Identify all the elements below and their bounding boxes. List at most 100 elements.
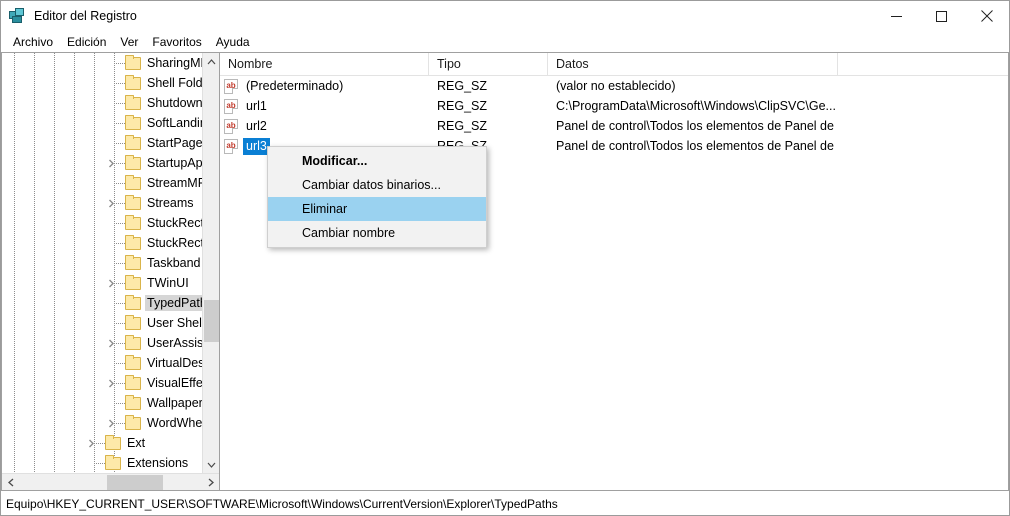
tree-connector (116, 283, 125, 284)
tree-item-label: Extensions (127, 456, 189, 470)
cell-tipo: REG_SZ (437, 99, 488, 113)
table-row[interactable]: ab url1 REG_SZ C:\ProgramData\Microsoft\Win… (220, 96, 1008, 116)
tree-item-sharingmf[interactable]: SharingMF (2, 53, 219, 73)
column-header-tipo[interactable]: Tipo (429, 53, 548, 75)
tree-connector (116, 183, 125, 184)
folder-icon (105, 435, 121, 450)
tree-item-visualeffec[interactable]: VisualEffec (2, 373, 219, 393)
tree-item-wordwhee[interactable]: WordWhee (2, 413, 219, 433)
window-title: Editor del Registro (34, 9, 137, 23)
tree-item-streammr[interactable]: StreamMR (2, 173, 219, 193)
tree-item-label: Shutdown (147, 96, 203, 110)
tree-item-streams[interactable]: Streams (2, 193, 219, 213)
table-row[interactable]: ab url2 REG_SZ Panel de control\Todos los e… (220, 116, 1008, 136)
tree-item-userassist[interactable]: UserAssist (2, 333, 219, 353)
tree-connector (116, 63, 125, 64)
context-menu-item-eliminar[interactable]: Eliminar (268, 197, 486, 221)
tree-item-twinui[interactable]: TWinUI (2, 273, 219, 293)
tree-item-extensions[interactable]: Extensions (2, 453, 219, 473)
cell-datos: Panel de control\Todos los elementos de … (556, 139, 838, 153)
string-value-icon: ab (224, 138, 238, 154)
tree-item-shell-folde[interactable]: Shell Folde (2, 73, 219, 93)
menu-ayuda[interactable]: Ayuda (209, 33, 257, 51)
folder-icon (125, 355, 141, 370)
menu-bar: Archivo Edición Ver Favoritos Ayuda (1, 31, 1009, 52)
tree-item-wallpapers[interactable]: Wallpapers (2, 393, 219, 413)
context-menu-item-modificar[interactable]: Modificar... (268, 149, 486, 173)
value-name-label: url2 (246, 118, 267, 133)
menu-ver[interactable]: Ver (113, 33, 145, 51)
tree-vertical-scrollbar[interactable] (202, 53, 219, 473)
folder-icon (125, 295, 141, 310)
value-name-label: url1 (246, 98, 267, 113)
tree-connector (116, 123, 125, 124)
string-value-icon: ab (224, 98, 238, 114)
cell-nombre: ab (Predeterminado) (220, 78, 429, 95)
string-value-icon: ab (224, 118, 238, 134)
folder-icon (125, 335, 141, 350)
tree-connector (116, 343, 125, 344)
tree-item-user-shell-i[interactable]: User Shell I (2, 313, 219, 333)
scroll-right-button[interactable] (202, 474, 219, 490)
tree-item-softlandin[interactable]: SoftLandin (2, 113, 219, 133)
cell-tipo: REG_SZ (437, 119, 488, 133)
tree-connector (116, 223, 125, 224)
tree-connector (116, 103, 125, 104)
scroll-up-button[interactable] (203, 53, 219, 70)
tree-connector (116, 403, 125, 404)
menu-favoritos[interactable]: Favoritos (145, 33, 208, 51)
tree-item-ext[interactable]: Ext (2, 433, 219, 453)
folder-icon (125, 255, 141, 270)
folder-icon (125, 195, 141, 210)
tree-item-virtualdesk[interactable]: VirtualDesk (2, 353, 219, 373)
folder-icon (125, 175, 141, 190)
tree-connector (116, 243, 125, 244)
registry-tree-pane: SharingMF Shell Folde Shutdown SoftLandin St… (1, 52, 220, 491)
value-name-label: url3 (243, 137, 270, 155)
tree-item-typedpath[interactable]: TypedPath (2, 293, 219, 313)
scroll-left-button[interactable] (2, 474, 19, 490)
window-controls (874, 1, 1009, 31)
values-column-header: Nombre Tipo Datos (220, 53, 1008, 76)
values-list[interactable]: ab (Predeterminado) REG_SZ (valor no establ… (220, 76, 1008, 156)
folder-icon (125, 95, 141, 110)
context-menu[interactable]: Modificar... Cambiar datos binarios... E… (267, 146, 487, 248)
registry-editor-window: Editor del Registro Archivo Edición Ver … (0, 0, 1010, 516)
tree-item-label: StreamMR (147, 176, 207, 190)
tree-horizontal-scrollbar[interactable] (2, 473, 219, 490)
tree-item-startupapp[interactable]: StartupApp (2, 153, 219, 173)
close-button[interactable] (964, 1, 1009, 31)
tree-connector (116, 423, 125, 424)
registry-tree[interactable]: SharingMF Shell Folde Shutdown SoftLandin St… (2, 53, 219, 473)
context-menu-item-cambiar-nombre[interactable]: Cambiar nombre (268, 221, 486, 245)
column-header-nombre[interactable]: Nombre (220, 53, 429, 75)
folder-icon (125, 55, 141, 70)
tree-item-label: UserAssist (147, 336, 207, 350)
table-row[interactable]: ab (Predeterminado) REG_SZ (valor no establ… (220, 76, 1008, 96)
tree-connector (116, 163, 125, 164)
tree-connector (116, 383, 125, 384)
folder-icon (125, 115, 141, 130)
title-bar: Editor del Registro (1, 1, 1009, 31)
tree-item-stuckrects[interactable]: StuckRects (2, 233, 219, 253)
column-header-datos[interactable]: Datos (548, 53, 838, 75)
menu-edicion[interactable]: Edición (60, 33, 113, 51)
folder-icon (125, 75, 141, 90)
folder-icon (125, 315, 141, 330)
maximize-button[interactable] (919, 1, 964, 31)
context-menu-item-cambiar-datos-binarios[interactable]: Cambiar datos binarios... (268, 173, 486, 197)
menu-archivo[interactable]: Archivo (6, 33, 60, 51)
value-name-label: (Predeterminado) (246, 78, 344, 93)
scroll-down-button[interactable] (203, 456, 219, 473)
tree-item-taskband[interactable]: Taskband (2, 253, 219, 273)
tree-scroll-thumb[interactable] (204, 300, 219, 342)
minimize-button[interactable] (874, 1, 919, 31)
tree-connector (116, 363, 125, 364)
tree-item-startpage[interactable]: StartPage (2, 133, 219, 153)
folder-icon (125, 215, 141, 230)
folder-icon (105, 455, 121, 470)
tree-item-shutdown[interactable]: Shutdown (2, 93, 219, 113)
tree-hscroll-thumb[interactable] (107, 475, 163, 490)
tree-item-stuckrects[interactable]: StuckRects (2, 213, 219, 233)
tree-item-label: Taskband (147, 256, 201, 270)
